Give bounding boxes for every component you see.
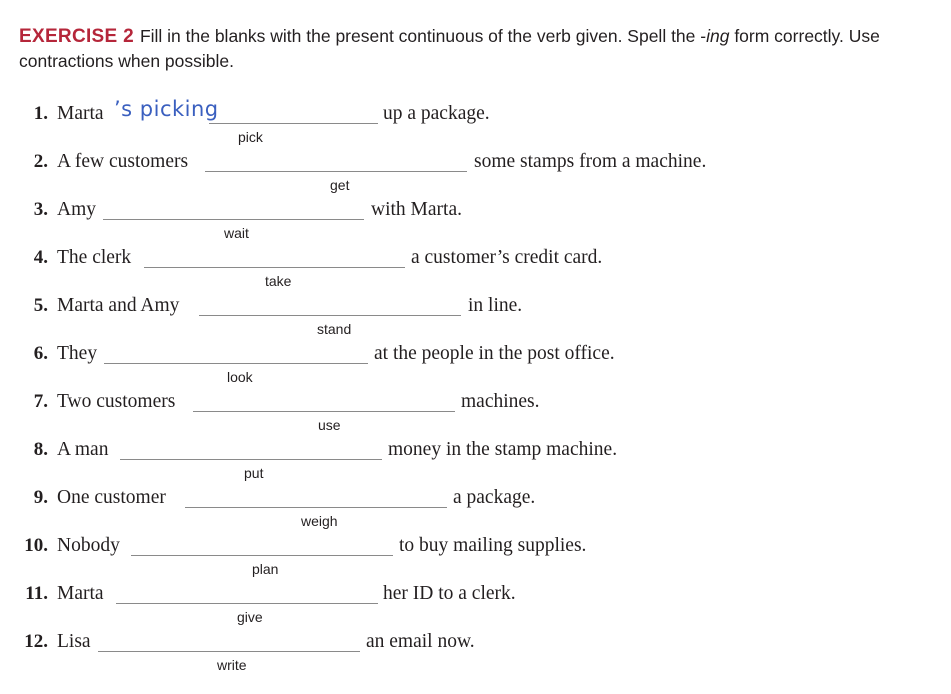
exercise-header: EXERCISE 2 Fill in the blanks with the pr…	[19, 24, 944, 74]
item-completion: a customer’s credit card.	[411, 247, 603, 268]
item-number: 10.	[24, 535, 48, 556]
exercise-item-7: 7. Two customers use machines.	[0, 391, 951, 439]
answer-blank[interactable]	[205, 171, 467, 172]
instructions-ing: ing	[706, 26, 730, 46]
exercise-item-4: 4. The clerk take a customer’s credit card.	[0, 247, 951, 295]
verb-cue: wait	[224, 225, 249, 241]
item-subject: They	[57, 343, 98, 364]
item-subject: Marta	[57, 583, 104, 604]
item-subject: One customer	[57, 487, 166, 508]
verb-cue: plan	[252, 561, 279, 577]
exercise-item-2: 2. A few customers get some stamps from a m…	[0, 151, 951, 199]
exercise-item-6: 6. They look at the people in the post offi…	[0, 343, 951, 391]
item-completion: up a package.	[383, 103, 490, 124]
item-number: 4.	[33, 247, 48, 268]
answer-blank[interactable]	[185, 507, 447, 508]
item-completion: some stamps from a machine.	[474, 151, 707, 172]
verb-cue: use	[318, 417, 341, 433]
answer-blank[interactable]	[103, 219, 364, 220]
item-subject: The clerk	[57, 247, 132, 268]
item-subject: Amy	[57, 199, 96, 220]
item-completion: money in the stamp machine.	[388, 439, 618, 460]
verb-cue: pick	[238, 129, 263, 145]
item-completion: machines.	[461, 391, 540, 412]
item-number: 8.	[33, 439, 48, 460]
exercise-label: EXERCISE 2	[19, 26, 134, 47]
item-subject: Two customers	[57, 391, 176, 412]
item-completion: an email now.	[366, 631, 475, 652]
item-completion: with Marta.	[371, 199, 462, 220]
item-number: 11.	[25, 583, 48, 604]
item-number: 9.	[33, 487, 48, 508]
answer-blank[interactable]	[144, 267, 405, 268]
item-subject: A few customers	[57, 151, 189, 172]
instructions-part1: Fill in the blanks with the present cont…	[139, 26, 707, 46]
item-completion: at the people in the post office.	[374, 343, 615, 364]
answer-blank[interactable]	[104, 363, 368, 364]
item-subject: Nobody	[57, 535, 120, 556]
answer-blank[interactable]	[120, 459, 382, 460]
verb-cue: give	[237, 609, 263, 625]
exercise-item-5: 5. Marta and Amy stand in line.	[0, 295, 951, 343]
verb-cue: stand	[317, 321, 352, 337]
item-number: 3.	[33, 199, 48, 220]
item-number: 5.	[33, 295, 48, 316]
item-completion: a package.	[453, 487, 536, 508]
answer-blank[interactable]	[193, 411, 455, 412]
item-number: 7.	[33, 391, 48, 412]
exercise-item-12: 12. Lisa write an email now.	[0, 631, 951, 679]
item-subject: Marta and Amy	[57, 295, 180, 316]
verb-cue: take	[265, 273, 292, 289]
exercise-item-3: 3. Amy wait with Marta.	[0, 199, 951, 247]
item-subject: Lisa	[57, 631, 91, 652]
answer-blank[interactable]	[98, 651, 360, 652]
verb-cue: weigh	[301, 513, 338, 529]
verb-cue: get	[330, 177, 350, 193]
item-subject: A man	[57, 439, 109, 460]
exercise-item-1: 1. Marta ’s picking pick up a package.	[0, 97, 951, 151]
answer-blank[interactable]	[131, 555, 393, 556]
item-number: 1.	[33, 103, 48, 124]
item-number: 12.	[24, 631, 48, 652]
verb-cue: put	[244, 465, 264, 481]
item-completion: in line.	[468, 295, 523, 316]
item-number: 6.	[33, 343, 48, 364]
answer-blank[interactable]	[209, 123, 378, 124]
exercise-item-11: 11. Marta give her ID to a clerk.	[0, 583, 951, 631]
handwritten-answer: ’s picking	[114, 97, 219, 121]
item-subject: Marta	[57, 103, 104, 124]
answer-blank[interactable]	[199, 315, 461, 316]
exercise-item-9: 9. One customer weigh a package.	[0, 487, 951, 535]
answer-blank[interactable]	[116, 603, 378, 604]
item-completion: her ID to a clerk.	[383, 583, 516, 604]
item-number: 2.	[33, 151, 48, 172]
exercise-item-10: 10. Nobody plan to buy mailing supplies.	[0, 535, 951, 583]
verb-cue: write	[217, 657, 247, 673]
item-completion: to buy mailing supplies.	[399, 535, 587, 556]
exercise-item-8: 8. A man put money in the stamp machine.	[0, 439, 951, 487]
verb-cue: look	[227, 369, 253, 385]
